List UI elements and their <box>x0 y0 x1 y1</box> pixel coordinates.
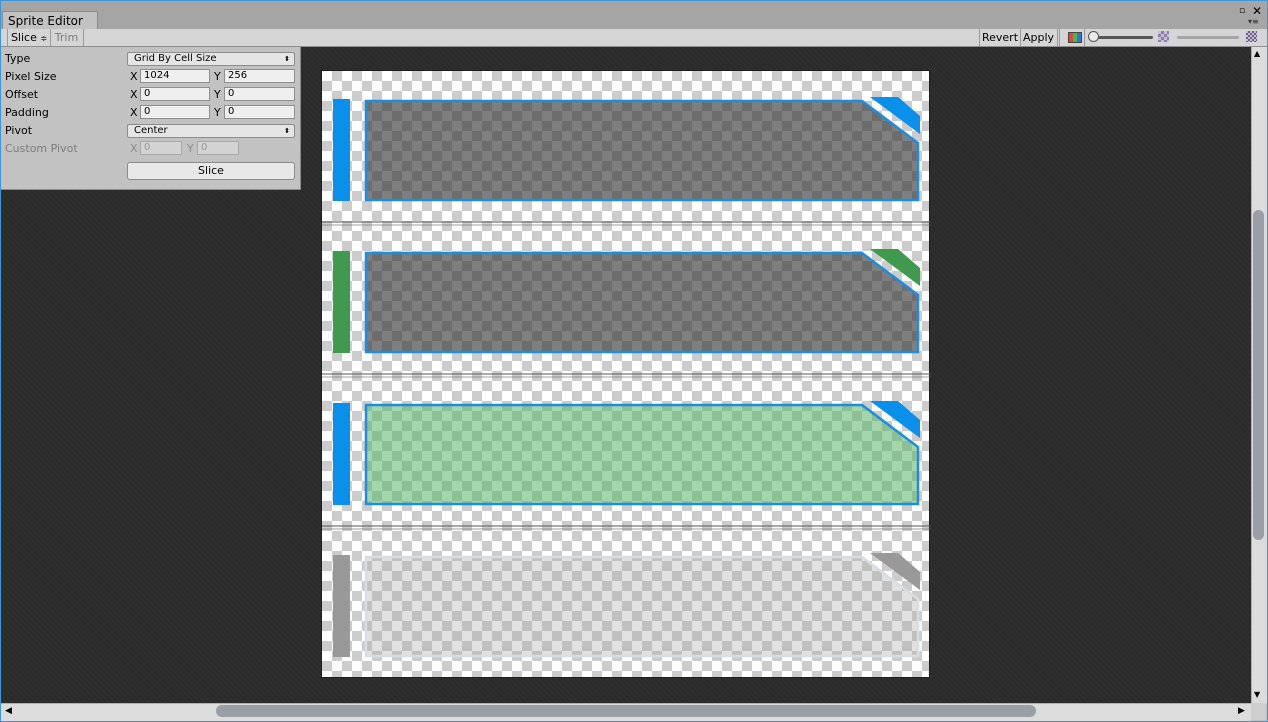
type-label: Type <box>5 52 31 65</box>
pixel-size-y-field[interactable]: 256 <box>224 69 295 83</box>
pivot-dropdown[interactable]: Center ⬍ <box>127 124 295 138</box>
pivot-label: Pivot <box>5 124 33 137</box>
scroll-right-icon[interactable]: ▶ <box>1238 706 1245 716</box>
pixel-size-label: Pixel Size <box>5 70 57 83</box>
offset-x-field[interactable]: 0 <box>140 87 210 101</box>
toolbar: Slice ≑ Trim Revert Apply <box>1 29 1267 47</box>
revert-button[interactable]: Revert <box>979 29 1021 46</box>
color-channel-button[interactable] <box>1059 29 1085 46</box>
vertical-scrollbar-thumb[interactable] <box>1253 210 1264 540</box>
sprite-gray-frame-light-accent-bar <box>333 555 350 657</box>
pixel-size-x-axis-label: X <box>130 70 138 83</box>
horizontal-scrollbar-thumb[interactable] <box>216 705 1036 717</box>
pivot-dropdown-value: Center <box>134 125 168 136</box>
slice-label: Slice <box>10 31 37 44</box>
scroll-left-icon[interactable]: ◀ <box>5 706 12 716</box>
padding-x-field[interactable]: 0 <box>140 105 210 119</box>
sprite-blue-frame-green-accent-bar <box>333 403 350 505</box>
scroll-down-icon[interactable]: ▼ <box>1254 690 1260 699</box>
slice-button[interactable]: Slice <box>127 162 295 180</box>
offset-label: Offset <box>5 88 39 101</box>
type-dropdown[interactable]: Grid By Cell Size ⬍ <box>127 52 295 66</box>
zoom-slider-handle[interactable] <box>1088 31 1099 42</box>
tab-sprite-editor[interactable]: Sprite Editor <box>2 11 98 29</box>
close-icon[interactable]: ✕ <box>1252 5 1262 17</box>
tab-bar <box>1 1 1267 29</box>
scroll-up-icon[interactable]: ▲ <box>1254 49 1260 58</box>
pixel-size-x-field[interactable]: 1024 <box>140 69 210 83</box>
dropdown-arrow-icon: ⬍ <box>284 127 290 135</box>
sprite-blue-frame-dark-panel <box>364 99 920 202</box>
zoom-slider[interactable] <box>1093 36 1153 39</box>
custom-pivot-y-field: 0 <box>197 141 239 155</box>
chevron-updown-icon: ≑ <box>40 34 48 43</box>
window-menu-icon[interactable]: ▾≡ <box>1248 18 1259 26</box>
sprite-gray-frame-light-panel <box>364 555 920 658</box>
custom-pivot-y-axis-label: Y <box>187 142 194 155</box>
sprite-sheet-graphic <box>322 97 931 658</box>
custom-pivot-x-field: 0 <box>140 141 182 155</box>
offset-x-axis-label: X <box>130 88 138 101</box>
offset-y-field[interactable]: 0 <box>224 87 295 101</box>
mip-level-slider[interactable] <box>1177 36 1239 39</box>
type-dropdown-value: Grid By Cell Size <box>134 53 217 64</box>
custom-pivot-label: Custom Pivot <box>5 142 78 155</box>
scrollbar-corner <box>1251 703 1266 720</box>
padding-x-axis-label: X <box>130 106 138 119</box>
slice-dropdown-button[interactable]: Slice ≑ <box>7 29 51 46</box>
mip-low-icon <box>1158 31 1169 42</box>
maximize-icon[interactable]: ▫ <box>1239 7 1245 16</box>
offset-y-axis-label: Y <box>214 88 221 101</box>
sprite-blue-frame-dark-accent-bar <box>333 99 350 201</box>
padding-y-axis-label: Y <box>214 106 221 119</box>
sprite-blue-frame-green-panel <box>364 403 920 506</box>
sprite-green-frame-dark-accent-bar <box>333 251 350 353</box>
padding-label: Padding <box>5 106 49 119</box>
padding-y-field[interactable]: 0 <box>224 105 295 119</box>
trim-button[interactable]: Trim <box>50 29 84 46</box>
apply-button[interactable]: Apply <box>1020 29 1058 46</box>
mip-high-icon <box>1246 31 1257 42</box>
sprite-green-frame-dark-panel <box>364 251 920 354</box>
rgb-channel-icon <box>1068 32 1082 43</box>
custom-pivot-x-axis-label: X <box>130 142 138 155</box>
dropdown-arrow-icon: ⬍ <box>284 55 290 63</box>
pixel-size-y-axis-label: Y <box>214 70 221 83</box>
sprite-sheet-texture[interactable] <box>321 70 931 678</box>
